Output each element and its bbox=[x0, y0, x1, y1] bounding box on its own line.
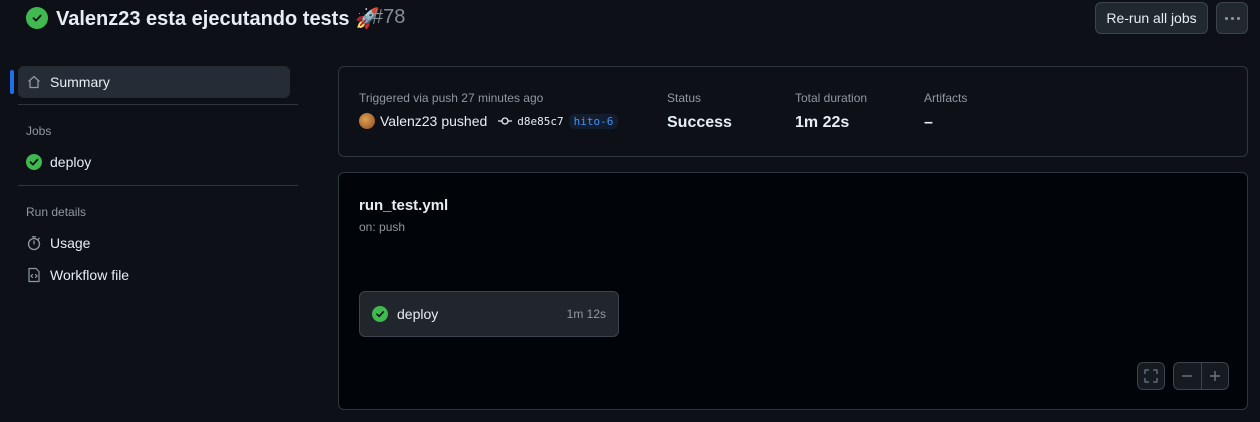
run-summary-panel: Triggered via push 27 minutes ago Valenz… bbox=[338, 66, 1248, 157]
job-duration: 1m 12s bbox=[566, 307, 606, 321]
sidebar-item-workflow-file[interactable]: Workflow file bbox=[18, 259, 290, 291]
sidebar-divider bbox=[18, 185, 298, 186]
status-value: Success bbox=[667, 114, 732, 131]
sidebar-item-usage[interactable]: Usage bbox=[18, 227, 290, 259]
commit-sha-link[interactable]: d8e85c7 bbox=[517, 115, 563, 128]
artifacts-label: Artifacts bbox=[924, 91, 968, 105]
run-number: #78 bbox=[372, 6, 406, 28]
sidebar-item-label: deploy bbox=[50, 154, 92, 170]
duration-value: 1m 22s bbox=[795, 114, 850, 131]
check-circle-icon bbox=[26, 154, 42, 170]
sidebar-item-summary[interactable]: Summary bbox=[18, 66, 290, 98]
screen-full-icon bbox=[1144, 369, 1158, 383]
zoom-out-button[interactable] bbox=[1174, 370, 1201, 382]
fullscreen-button[interactable] bbox=[1137, 362, 1165, 390]
zoom-controls bbox=[1173, 362, 1229, 390]
sidebar-item-job-deploy[interactable]: deploy bbox=[18, 146, 290, 178]
page-title: Valenz23 esta ejecutando tests 🚀 bbox=[56, 8, 380, 30]
zoom-in-button[interactable] bbox=[1202, 370, 1229, 382]
stopwatch-icon bbox=[26, 235, 42, 251]
sidebar-item-label: Usage bbox=[50, 235, 91, 251]
more-options-button[interactable] bbox=[1216, 2, 1248, 34]
actor-link[interactable]: Valenz23 bbox=[380, 113, 437, 129]
check-circle-icon bbox=[26, 7, 48, 29]
file-code-icon bbox=[26, 267, 42, 283]
avatar[interactable] bbox=[359, 113, 375, 129]
git-commit-icon bbox=[497, 115, 513, 127]
workflow-name: run_test.yml bbox=[359, 197, 449, 214]
duration-label: Total duration bbox=[795, 91, 868, 105]
rerun-all-jobs-button[interactable]: Re-run all jobs bbox=[1095, 2, 1208, 34]
plus-icon bbox=[1209, 371, 1220, 381]
branch-badge[interactable]: hito-6 bbox=[568, 113, 619, 129]
active-indicator bbox=[10, 70, 14, 94]
status-label: Status bbox=[667, 91, 702, 105]
job-name: deploy bbox=[397, 306, 439, 322]
sidebar-item-label: Workflow file bbox=[50, 267, 130, 283]
jobs-heading: Jobs bbox=[26, 124, 52, 138]
workflow-graph-panel: run_test.yml on: push deploy 1m 12s bbox=[338, 172, 1248, 410]
artifacts-value: – bbox=[924, 114, 933, 131]
workflow-trigger: on: push bbox=[359, 220, 406, 234]
trigger-info: Valenz23 pushed d8e85c7 hito-6 bbox=[359, 113, 619, 129]
action-text: pushed bbox=[441, 113, 488, 129]
run-details-heading: Run details bbox=[26, 205, 87, 219]
sidebar-item-label: Summary bbox=[50, 74, 110, 90]
triggered-text: Triggered via push 27 minutes ago bbox=[359, 91, 544, 105]
dash-icon bbox=[1182, 375, 1193, 377]
check-circle-icon bbox=[372, 306, 388, 322]
sidebar-divider bbox=[18, 104, 298, 105]
run-header: Valenz23 esta ejecutando tests 🚀 #78 Re-… bbox=[0, 0, 1260, 40]
home-icon bbox=[26, 74, 42, 90]
kebab-horizontal-icon bbox=[1224, 16, 1240, 20]
job-card-deploy[interactable]: deploy 1m 12s bbox=[359, 291, 619, 337]
